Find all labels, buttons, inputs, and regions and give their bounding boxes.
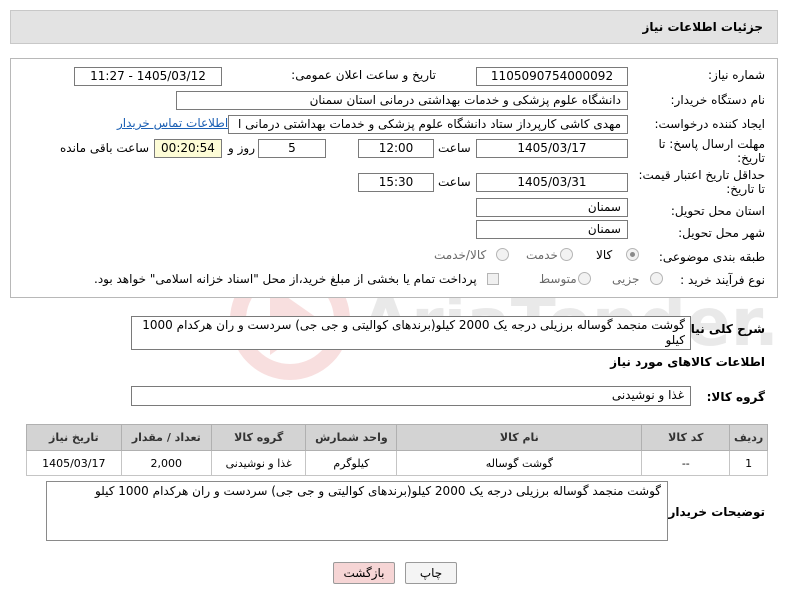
time-remaining-field: 00:20:54 bbox=[154, 139, 222, 158]
time-remaining-label: ساعت باقی مانده bbox=[60, 141, 150, 155]
announce-date-field: 1405/03/12 - 11:27 bbox=[74, 67, 222, 86]
description-label: شرح کلی نیاز: bbox=[679, 322, 765, 336]
category-option-goods: کالا bbox=[596, 248, 613, 262]
print-button[interactable]: چاپ bbox=[405, 562, 457, 584]
deadline-label-2: تاریخ: bbox=[737, 151, 765, 165]
buyer-notes-label: توضیحات خریدار: bbox=[663, 505, 765, 519]
page-title: جزئیات اطلاعات نیاز bbox=[642, 20, 763, 34]
cell-quantity: 2,000 bbox=[120, 450, 212, 476]
goods-section-title: اطلاعات کالاهای مورد نیاز bbox=[610, 355, 765, 369]
price-validity-label-1: حداقل تاریخ اعتبار قیمت: bbox=[638, 168, 765, 182]
price-validity-label-2: تا تاریخ: bbox=[726, 182, 765, 196]
announce-date-label: تاریخ و ساعت اعلان عمومی: bbox=[291, 68, 436, 82]
category-radio-goods-service[interactable] bbox=[496, 248, 509, 261]
cell-goods-code: -- bbox=[641, 450, 731, 476]
buyer-org-field: دانشگاه علوم پزشکی و خدمات بهداشتی درمان… bbox=[176, 91, 628, 110]
buyer-org-label: نام دستگاه خریدار: bbox=[670, 93, 766, 107]
cell-row: 1 bbox=[729, 450, 768, 476]
category-label: طبقه بندی موضوعی: bbox=[658, 250, 765, 264]
col-row: ردیف bbox=[729, 424, 768, 451]
deadline-hour-label: ساعت bbox=[438, 141, 471, 155]
col-goods-code: کد کالا bbox=[641, 424, 731, 451]
col-unit: واحد شمارش bbox=[305, 424, 398, 451]
process-radio-medium[interactable] bbox=[578, 272, 591, 285]
validity-hour-label: ساعت bbox=[438, 175, 471, 189]
need-number-field: 1105090754000092 bbox=[476, 67, 628, 86]
goods-table: تاریخ نیاز تعداد / مقدار گروه کالا واحد … bbox=[26, 424, 768, 476]
cell-need-date: 1405/03/17 bbox=[26, 450, 122, 476]
category-option-service: خدمت bbox=[526, 248, 558, 262]
validity-time-field: 15:30 bbox=[358, 173, 434, 192]
requester-label: ایجاد کننده درخواست: bbox=[654, 117, 765, 131]
province-field: سمنان bbox=[476, 198, 628, 217]
deadline-time-field: 12:00 bbox=[358, 139, 434, 158]
buyer-notes-textarea[interactable]: گوشت منجمد گوساله برزیلی درجه یک 2000 کی… bbox=[46, 481, 668, 541]
requester-field: مهدی کاشی کارپرداز ستاد دانشگاه علوم پزش… bbox=[228, 115, 628, 134]
days-label: روز و bbox=[228, 141, 255, 155]
back-button[interactable]: بازگشت bbox=[333, 562, 395, 584]
city-label: شهر محل تحویل: bbox=[678, 226, 765, 240]
cell-goods-name: گوشت گوساله bbox=[396, 450, 643, 476]
treasury-payment-checkbox[interactable] bbox=[487, 273, 499, 285]
need-number-label: شماره نیاز: bbox=[708, 68, 765, 82]
city-field: سمنان bbox=[476, 220, 628, 239]
goods-group-label: گروه کالا: bbox=[706, 390, 765, 404]
goods-group-field: غذا و نوشیدنی bbox=[131, 386, 691, 406]
col-goods-group: گروه کالا bbox=[210, 424, 307, 451]
days-remaining-field: 5 bbox=[258, 139, 326, 158]
process-type-label: نوع فرآیند خرید : bbox=[680, 273, 765, 287]
table-row: 1405/03/17 2,000 غذا و نوشیدنی کیلوگرم گ… bbox=[26, 450, 768, 476]
validity-date-field: 1405/03/31 bbox=[476, 173, 628, 192]
buyer-contact-link[interactable]: اطلاعات تماس خریدار bbox=[117, 116, 228, 130]
col-goods-name: نام کالا bbox=[396, 424, 643, 451]
process-option-medium: متوسط bbox=[539, 272, 577, 286]
goods-table-header: تاریخ نیاز تعداد / مقدار گروه کالا واحد … bbox=[26, 424, 768, 451]
category-radio-goods[interactable] bbox=[626, 248, 639, 261]
cell-unit: کیلوگرم bbox=[305, 450, 398, 476]
cell-goods-group: غذا و نوشیدنی bbox=[210, 450, 307, 476]
deadline-label-1: مهلت ارسال پاسخ: تا bbox=[658, 137, 765, 151]
process-radio-minor[interactable] bbox=[650, 272, 663, 285]
page-header: جزئیات اطلاعات نیاز bbox=[10, 10, 778, 44]
process-option-minor: جزیی bbox=[612, 272, 640, 286]
category-radio-service[interactable] bbox=[560, 248, 573, 261]
col-quantity: تعداد / مقدار bbox=[120, 424, 212, 451]
description-textarea[interactable]: گوشت منجمد گوساله برزیلی درجه یک 2000 کی… bbox=[131, 316, 691, 350]
col-need-date: تاریخ نیاز bbox=[26, 424, 122, 451]
treasury-payment-note: پرداخت تمام یا بخشی از مبلغ خرید،از محل … bbox=[94, 272, 477, 286]
category-option-goods-service: کالا/خدمت bbox=[434, 248, 487, 262]
province-label: استان محل تحویل: bbox=[670, 204, 765, 218]
deadline-date-field: 1405/03/17 bbox=[476, 139, 628, 158]
